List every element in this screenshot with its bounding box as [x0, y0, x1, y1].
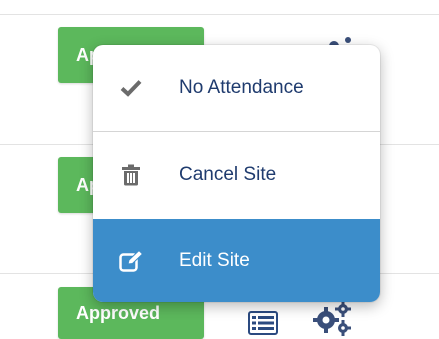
menu-item-edit-site[interactable]: Edit Site [93, 219, 380, 302]
menu-item-label: Edit Site [179, 249, 250, 271]
edit-icon [119, 249, 143, 273]
attendance-table: Approved Approved Approved [0, 0, 439, 339]
menu-item-no-attendance[interactable]: No Attendance [93, 45, 380, 131]
gears-icon[interactable] [312, 300, 352, 336]
row-divider [0, 14, 439, 15]
menu-item-label: No Attendance [179, 77, 304, 98]
trash-icon [119, 163, 143, 187]
menu-item-cancel-site[interactable]: Cancel Site [93, 132, 380, 218]
menu-item-label: Cancel Site [179, 164, 277, 185]
list-icon[interactable] [248, 311, 278, 335]
check-icon [119, 76, 143, 100]
row-actions-dropdown: No Attendance Cancel Site Edit Site [93, 45, 380, 302]
